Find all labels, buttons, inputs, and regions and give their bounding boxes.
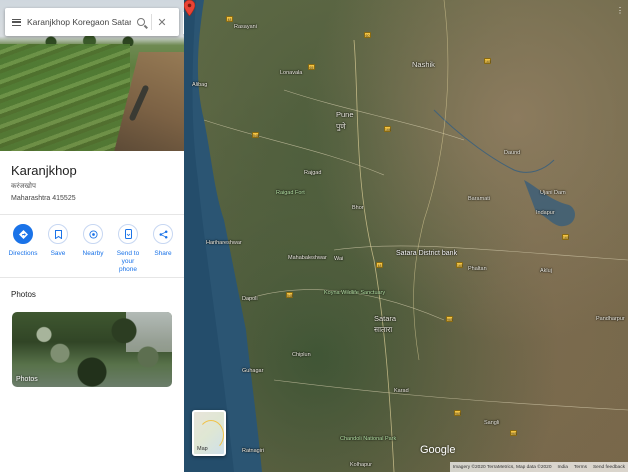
photos-heading: Photos [11, 290, 36, 299]
directions-button[interactable]: Directions [7, 224, 39, 274]
search-box: ✕ [5, 8, 179, 36]
map-label: Rasayani [234, 24, 257, 30]
map-footer: Imagery ©2020 TerraMetrics, Map data ©20… [449, 462, 628, 472]
directions-icon [13, 224, 33, 244]
map-label: Harihareshwar [206, 240, 242, 246]
terms-link[interactable]: Terms [574, 465, 587, 470]
field-rows-decoration [0, 44, 130, 151]
map-label: Mahabaleshwar [288, 255, 327, 261]
highway-shield: 65 [308, 64, 315, 70]
divider [0, 277, 184, 278]
map-label: Koyna Wildlife Sanctuary [324, 290, 386, 296]
highway-shield: 548 [252, 132, 259, 138]
send-to-phone-label: Send to your phone [116, 250, 140, 273]
menu-icon [11, 18, 21, 26]
highway-shield: 965 [454, 410, 461, 416]
map-label: Dapoli [242, 296, 258, 302]
map-canvas[interactable]: Rasayani Nashik Pune पुणे Lonavala Aliba… [184, 0, 628, 472]
map-layer-toggle[interactable]: Map [192, 410, 226, 456]
map-label: Pune [336, 110, 354, 119]
photos-card[interactable]: Photos [12, 312, 172, 387]
map-label: Bhor [352, 205, 364, 211]
highway-shield: 160 [456, 262, 463, 268]
divider [0, 214, 184, 215]
place-panel: ✕ Karanjkhop करंजखोप Maharashtra 415525 … [0, 0, 184, 472]
highway-shield: 48 [376, 262, 383, 268]
apps-grid-icon: ⋮ [616, 6, 624, 15]
photos-card-caption: Photos [16, 376, 38, 383]
map-label: Kolhapur [350, 462, 373, 468]
map-label: Akluj [540, 268, 552, 274]
map-label: Baramati [468, 196, 491, 202]
action-bar: Directions Save Nearby Send to your phon… [7, 224, 179, 274]
highway-shield: 965 [446, 316, 453, 322]
imagery-attribution: Imagery ©2020 TerraMetrics, Map data ©20… [452, 464, 552, 470]
map-label: Chandoli National Park [340, 436, 397, 442]
apps-grid-button[interactable]: ⋮ [616, 6, 624, 16]
region-link[interactable]: India [558, 465, 568, 470]
location-pin-icon[interactable] [184, 0, 195, 16]
highway-shield: 60 [364, 32, 371, 38]
highway-shield: 548 [286, 292, 293, 298]
share-icon [153, 224, 173, 244]
share-label: Share [154, 250, 172, 257]
map-label: Nashik [412, 60, 435, 69]
search-button[interactable] [131, 8, 151, 36]
search-input[interactable] [27, 12, 131, 32]
pin-label: Satara District bank [396, 250, 458, 257]
map-label: Wai [334, 256, 344, 262]
layer-toggle-label: Map [197, 446, 208, 452]
close-icon: ✕ [157, 16, 167, 29]
search-icon [137, 18, 145, 26]
close-button[interactable]: ✕ [152, 8, 172, 36]
place-local-name: करंजखोप [11, 182, 36, 190]
menu-button[interactable] [5, 8, 27, 36]
map-label: Ujani Dam [540, 190, 566, 196]
place-title: Karanjkhop [11, 163, 77, 178]
map-label: Guhagar [242, 368, 264, 374]
map-label: Rajgad [304, 170, 322, 176]
map-label: Lonavala [280, 70, 303, 76]
highway-shield: 166 [384, 126, 391, 132]
map-label: पुणे [336, 122, 346, 131]
map-label: सातारा [374, 325, 393, 334]
save-label: Save [50, 250, 66, 257]
map-label: Alibag [192, 82, 208, 88]
highway-shield: 160 [484, 58, 491, 64]
highway-shield: 48 [226, 16, 233, 22]
save-button[interactable]: Save [42, 224, 74, 274]
phone-icon [118, 224, 138, 244]
directions-label: Directions [8, 250, 38, 257]
map-label: Phaltan [468, 266, 487, 272]
nearby-label: Nearby [82, 250, 104, 257]
send-to-phone-button[interactable]: Send to your phone [112, 224, 144, 274]
map-label: Pandharpur [596, 316, 625, 322]
map-label: Daund [504, 150, 521, 156]
highway-shield: 160 [562, 234, 569, 240]
map-label: Indapur [536, 210, 555, 216]
map-label: Sangli [484, 420, 500, 426]
nearby-button[interactable]: Nearby [77, 224, 109, 274]
highway-shield: 965 [510, 430, 517, 436]
nearby-icon [83, 224, 103, 244]
map-label: Ratnagiri [242, 448, 265, 454]
map-label: Karad [394, 388, 409, 394]
map-label: Satara [374, 314, 397, 323]
map-label: Raigad Fort [276, 190, 305, 196]
place-address: Maharashtra 415525 [11, 195, 76, 202]
share-button[interactable]: Share [147, 224, 179, 274]
map-label: Chiplun [292, 352, 311, 358]
google-logo: Google [420, 444, 456, 456]
send-feedback-link[interactable]: Send feedback [593, 465, 625, 470]
bookmark-icon [48, 224, 68, 244]
